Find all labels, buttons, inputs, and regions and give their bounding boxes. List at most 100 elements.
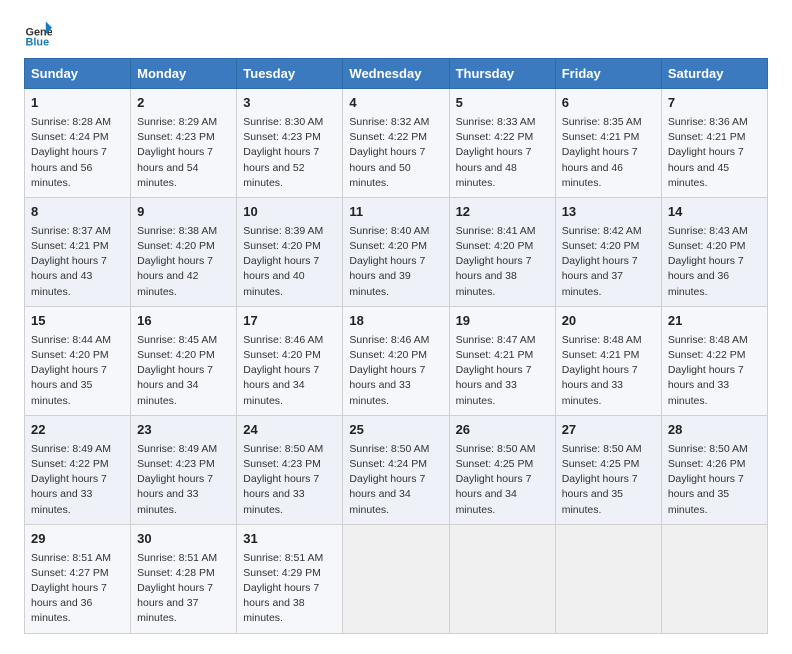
day-number: 5 [456, 94, 549, 113]
daylight-info: Daylight hours 7 hours and 33 minutes. [668, 363, 761, 409]
daylight-info: Daylight hours 7 hours and 35 minutes. [31, 363, 124, 409]
daylight-info: Daylight hours 7 hours and 33 minutes. [456, 363, 549, 409]
logo: General Blue [24, 20, 56, 48]
calendar-week-3: 15Sunrise: 8:44 AMSunset: 4:20 PMDayligh… [25, 306, 768, 415]
day-header-sunday: Sunday [25, 59, 131, 89]
calendar-cell: 18Sunrise: 8:46 AMSunset: 4:20 PMDayligh… [343, 306, 449, 415]
sunset-info: Sunset: 4:21 PM [668, 130, 761, 145]
day-number: 31 [243, 530, 336, 549]
day-number: 12 [456, 203, 549, 222]
day-number: 20 [562, 312, 655, 331]
day-header-monday: Monday [131, 59, 237, 89]
calendar-cell: 7Sunrise: 8:36 AMSunset: 4:21 PMDaylight… [661, 89, 767, 198]
sunrise-info: Sunrise: 8:49 AM [137, 442, 230, 457]
daylight-info: Daylight hours 7 hours and 50 minutes. [349, 145, 442, 191]
day-number: 3 [243, 94, 336, 113]
day-number: 30 [137, 530, 230, 549]
sunset-info: Sunset: 4:20 PM [137, 239, 230, 254]
sunrise-info: Sunrise: 8:51 AM [243, 551, 336, 566]
day-header-tuesday: Tuesday [237, 59, 343, 89]
sunset-info: Sunset: 4:25 PM [456, 457, 549, 472]
day-number: 21 [668, 312, 761, 331]
calendar-cell: 31Sunrise: 8:51 AMSunset: 4:29 PMDayligh… [237, 524, 343, 633]
sunrise-info: Sunrise: 8:32 AM [349, 115, 442, 130]
daylight-info: Daylight hours 7 hours and 34 minutes. [243, 363, 336, 409]
calendar-cell: 16Sunrise: 8:45 AMSunset: 4:20 PMDayligh… [131, 306, 237, 415]
sunrise-info: Sunrise: 8:30 AM [243, 115, 336, 130]
sunrise-info: Sunrise: 8:36 AM [668, 115, 761, 130]
daylight-info: Daylight hours 7 hours and 39 minutes. [349, 254, 442, 300]
sunset-info: Sunset: 4:22 PM [668, 348, 761, 363]
calendar-cell: 20Sunrise: 8:48 AMSunset: 4:21 PMDayligh… [555, 306, 661, 415]
sunset-info: Sunset: 4:21 PM [31, 239, 124, 254]
calendar-cell [555, 524, 661, 633]
day-number: 2 [137, 94, 230, 113]
daylight-info: Daylight hours 7 hours and 33 minutes. [137, 472, 230, 518]
calendar-cell: 3Sunrise: 8:30 AMSunset: 4:23 PMDaylight… [237, 89, 343, 198]
sunrise-info: Sunrise: 8:37 AM [31, 224, 124, 239]
sunrise-info: Sunrise: 8:44 AM [31, 333, 124, 348]
day-number: 10 [243, 203, 336, 222]
day-number: 1 [31, 94, 124, 113]
calendar-cell: 25Sunrise: 8:50 AMSunset: 4:24 PMDayligh… [343, 415, 449, 524]
calendar-week-4: 22Sunrise: 8:49 AMSunset: 4:22 PMDayligh… [25, 415, 768, 524]
sunset-info: Sunset: 4:25 PM [562, 457, 655, 472]
calendar-cell: 14Sunrise: 8:43 AMSunset: 4:20 PMDayligh… [661, 197, 767, 306]
svg-text:Blue: Blue [26, 37, 50, 48]
sunset-info: Sunset: 4:20 PM [562, 239, 655, 254]
sunrise-info: Sunrise: 8:49 AM [31, 442, 124, 457]
day-number: 14 [668, 203, 761, 222]
sunset-info: Sunset: 4:23 PM [137, 457, 230, 472]
sunset-info: Sunset: 4:23 PM [243, 130, 336, 145]
daylight-info: Daylight hours 7 hours and 43 minutes. [31, 254, 124, 300]
sunset-info: Sunset: 4:20 PM [349, 239, 442, 254]
calendar-table: SundayMondayTuesdayWednesdayThursdayFrid… [24, 58, 768, 634]
sunrise-info: Sunrise: 8:48 AM [562, 333, 655, 348]
daylight-info: Daylight hours 7 hours and 48 minutes. [456, 145, 549, 191]
sunrise-info: Sunrise: 8:50 AM [668, 442, 761, 457]
sunset-info: Sunset: 4:27 PM [31, 566, 124, 581]
logo-icon: General Blue [24, 20, 52, 48]
sunrise-info: Sunrise: 8:50 AM [456, 442, 549, 457]
sunset-info: Sunset: 4:20 PM [31, 348, 124, 363]
calendar-week-2: 8Sunrise: 8:37 AMSunset: 4:21 PMDaylight… [25, 197, 768, 306]
calendar-cell: 10Sunrise: 8:39 AMSunset: 4:20 PMDayligh… [237, 197, 343, 306]
sunrise-info: Sunrise: 8:47 AM [456, 333, 549, 348]
daylight-info: Daylight hours 7 hours and 33 minutes. [562, 363, 655, 409]
day-number: 27 [562, 421, 655, 440]
sunrise-info: Sunrise: 8:46 AM [243, 333, 336, 348]
calendar-week-5: 29Sunrise: 8:51 AMSunset: 4:27 PMDayligh… [25, 524, 768, 633]
calendar-cell: 29Sunrise: 8:51 AMSunset: 4:27 PMDayligh… [25, 524, 131, 633]
day-number: 6 [562, 94, 655, 113]
sunset-info: Sunset: 4:20 PM [243, 348, 336, 363]
day-number: 19 [456, 312, 549, 331]
day-number: 17 [243, 312, 336, 331]
sunset-info: Sunset: 4:20 PM [349, 348, 442, 363]
day-number: 28 [668, 421, 761, 440]
sunrise-info: Sunrise: 8:40 AM [349, 224, 442, 239]
sunrise-info: Sunrise: 8:28 AM [31, 115, 124, 130]
day-number: 22 [31, 421, 124, 440]
sunset-info: Sunset: 4:20 PM [456, 239, 549, 254]
daylight-info: Daylight hours 7 hours and 35 minutes. [562, 472, 655, 518]
calendar-cell: 21Sunrise: 8:48 AMSunset: 4:22 PMDayligh… [661, 306, 767, 415]
sunrise-info: Sunrise: 8:38 AM [137, 224, 230, 239]
calendar-cell [343, 524, 449, 633]
day-number: 7 [668, 94, 761, 113]
sunrise-info: Sunrise: 8:51 AM [31, 551, 124, 566]
day-number: 18 [349, 312, 442, 331]
calendar-cell: 28Sunrise: 8:50 AMSunset: 4:26 PMDayligh… [661, 415, 767, 524]
day-number: 25 [349, 421, 442, 440]
daylight-info: Daylight hours 7 hours and 34 minutes. [349, 472, 442, 518]
sunset-info: Sunset: 4:24 PM [349, 457, 442, 472]
sunset-info: Sunset: 4:21 PM [456, 348, 549, 363]
calendar-header: SundayMondayTuesdayWednesdayThursdayFrid… [25, 59, 768, 89]
daylight-info: Daylight hours 7 hours and 42 minutes. [137, 254, 230, 300]
sunrise-info: Sunrise: 8:43 AM [668, 224, 761, 239]
sunset-info: Sunset: 4:20 PM [668, 239, 761, 254]
daylight-info: Daylight hours 7 hours and 36 minutes. [31, 581, 124, 627]
daylight-info: Daylight hours 7 hours and 46 minutes. [562, 145, 655, 191]
sunset-info: Sunset: 4:28 PM [137, 566, 230, 581]
calendar-cell: 24Sunrise: 8:50 AMSunset: 4:23 PMDayligh… [237, 415, 343, 524]
sunset-info: Sunset: 4:22 PM [349, 130, 442, 145]
